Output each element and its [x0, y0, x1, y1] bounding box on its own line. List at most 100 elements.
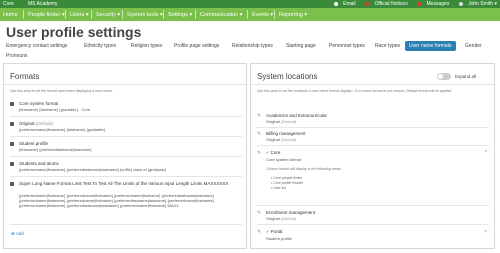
- page-title: User profile settings: [6, 24, 142, 40]
- tab-religion-types[interactable]: Religion types: [131, 43, 162, 49]
- tab-emergency-contact-settings[interactable]: Emergency contact settings: [6, 43, 67, 49]
- nav-events[interactable]: Events ▾: [252, 12, 273, 18]
- format-value: {firstname} {lastname} {gradabbr} - Core: [19, 107, 91, 112]
- nav-divider: [91, 10, 92, 19]
- divider: [257, 145, 489, 146]
- nav-reporting[interactable]: Reporting ▾: [279, 12, 307, 18]
- location-name: ✔ Core: [266, 150, 281, 155]
- nav-divider: [247, 10, 248, 19]
- location-name: Academics and Extracurricular: [266, 113, 328, 118]
- format-name: Students and alums: [19, 161, 59, 166]
- formats-panel: Formats Use this area to set the format …: [3, 63, 247, 249]
- location-format: Original (Default): [266, 216, 297, 221]
- format-value: {preferredname|firstname} {preferredname…: [19, 193, 214, 208]
- format-name: Student profile: [19, 141, 49, 146]
- tab-starting-page[interactable]: Starting page: [286, 43, 316, 49]
- drag-handle-icon[interactable]: [10, 102, 14, 106]
- chevron-down-icon[interactable]: ˅: [484, 229, 487, 235]
- divider: [10, 156, 242, 157]
- tab-relationship-types[interactable]: Relationship types: [232, 43, 273, 49]
- formats-title: Formats: [10, 72, 40, 81]
- notice-icon: [365, 1, 370, 6]
- expand-all-toggle[interactable]: [437, 73, 451, 80]
- nav-people-finder[interactable]: People finder ▾: [28, 12, 65, 18]
- divider: [10, 136, 242, 137]
- format-name: Original (Default): [19, 121, 54, 126]
- list-item: • User list: [271, 186, 286, 190]
- divider: [4, 84, 246, 85]
- format-value: {firstname} {preferredlastname|lastname}: [19, 147, 92, 152]
- avatar: [458, 1, 463, 6]
- divider: [251, 84, 494, 85]
- expand-all-label: Expand all: [455, 74, 477, 79]
- tab-profile-page-settings[interactable]: Profile page settings: [174, 43, 219, 49]
- plus-icon: ⊕: [11, 231, 15, 236]
- formats-helper: Use this area to set the format used whe…: [10, 89, 113, 93]
- email-link[interactable]: Email: [330, 1, 356, 7]
- school-name[interactable]: MS Academy: [28, 1, 57, 7]
- format-value: {preferredname|firstname} {preferredlast…: [19, 167, 167, 172]
- format-name: Core system format: [19, 101, 59, 106]
- tab-pronouns[interactable]: Pronouns: [6, 53, 27, 59]
- divider: [10, 176, 242, 177]
- check-icon: ✔: [266, 229, 270, 234]
- location-format: Original (Default): [266, 137, 297, 142]
- nav-divider: [65, 10, 66, 19]
- format-value: {preferredname|firstname} {lastname} {gr…: [19, 127, 106, 132]
- location-format: Original (Default): [266, 119, 297, 124]
- nav-security[interactable]: Security ▾: [96, 12, 120, 18]
- nav-settings[interactable]: Settings ▾: [168, 12, 192, 18]
- top-bar-right: Email Official Notices Messages John Smi…: [326, 1, 497, 7]
- app-name[interactable]: Core: [3, 1, 14, 7]
- drag-handle-icon[interactable]: [10, 122, 14, 126]
- drag-handle-icon[interactable]: [10, 182, 14, 186]
- nav-divider: [163, 10, 164, 19]
- nav-divider: [274, 10, 275, 19]
- tab-user-name-formats[interactable]: User name formats: [405, 41, 456, 51]
- main-nav: Home People finder ▾ Users ▾ Security ▾ …: [0, 8, 500, 21]
- divider: [10, 116, 242, 117]
- drag-handle-icon[interactable]: [10, 142, 14, 146]
- nav-home[interactable]: Home: [3, 12, 18, 18]
- messages-icon: [417, 1, 422, 6]
- check-icon: ✔: [266, 150, 270, 155]
- location-name: ✔ Portal: [266, 229, 283, 234]
- official-notices-link[interactable]: Official Notices: [361, 1, 408, 7]
- edit-icon[interactable]: ✎: [257, 113, 261, 119]
- settings-tabs: Emergency contact settings Ethnicity typ…: [0, 40, 500, 62]
- locations-helper: Use this area to set the locations a use…: [257, 89, 453, 93]
- edit-icon[interactable]: ✎: [257, 131, 261, 137]
- divider: [257, 224, 489, 225]
- tab-ethnicity-types[interactable]: Ethnicity types: [84, 43, 116, 49]
- location-format: Student profile: [266, 236, 292, 241]
- edit-icon[interactable]: ✎: [257, 150, 261, 156]
- chevron-up-icon[interactable]: ^: [485, 150, 487, 156]
- tab-gender[interactable]: Gender: [465, 43, 482, 49]
- tab-personnel-types[interactable]: Personnel types: [329, 43, 365, 49]
- nav-divider: [122, 10, 123, 19]
- email-icon: [333, 1, 338, 6]
- core-helper: Chosen format will display in the follow…: [266, 167, 342, 171]
- tab-race-types[interactable]: Race types: [375, 43, 400, 49]
- messages-link[interactable]: Messages: [413, 1, 449, 7]
- location-name: Enrollment management: [266, 210, 316, 215]
- edit-icon[interactable]: ✎: [257, 229, 261, 235]
- locations-panel: System locations Expand all Use this are…: [250, 63, 495, 249]
- divider: [10, 224, 242, 225]
- edit-icon[interactable]: ✎: [257, 210, 261, 216]
- drag-handle-icon[interactable]: [10, 162, 14, 166]
- top-bar: Core MS Academy Email Official Notices M…: [0, 0, 500, 8]
- nav-system-tools[interactable]: System tools ▾: [127, 12, 163, 18]
- user-menu[interactable]: John Smith ▾: [455, 1, 497, 7]
- location-name: Billing management: [266, 131, 306, 136]
- nav-divider: [195, 10, 196, 19]
- divider: [257, 205, 489, 206]
- format-name: Super Long Name Format Limit Test To Tes…: [19, 181, 229, 186]
- add-format-button[interactable]: ⊕ Add: [11, 231, 24, 237]
- core-areas-list: • Core people finder • Core profile head…: [271, 176, 303, 191]
- divider: [257, 127, 489, 128]
- location-format: Core system format: [266, 157, 301, 162]
- nav-communication[interactable]: Communication ▾: [200, 12, 243, 18]
- nav-users[interactable]: Users ▾: [70, 12, 89, 18]
- nav-divider: [23, 10, 24, 19]
